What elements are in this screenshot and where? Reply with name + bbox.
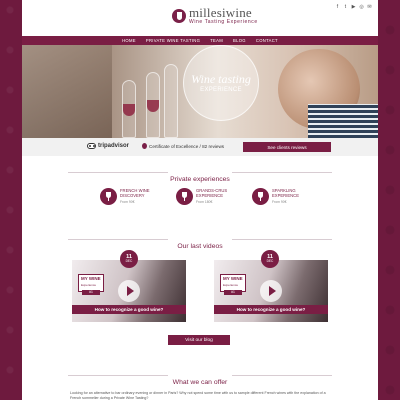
section-title-text: Private experiences (166, 176, 234, 183)
video-thumbnail[interactable]: MY WINE Experience #1 How to recognize a… (72, 260, 186, 322)
nav-blog[interactable]: BLOG (233, 38, 246, 43)
video-month: DEC (125, 259, 133, 264)
page: millesiwine Wine Tasting Experience f t … (22, 0, 378, 400)
hero-caps-title: EXPERIENCE (200, 87, 242, 93)
certificate: Certificate of Excellence / 82 reviews (142, 143, 224, 149)
logo-name: millesiwine (189, 5, 252, 20)
champagne-glass-icon (252, 188, 269, 205)
nav-team[interactable]: TEAM (210, 38, 223, 43)
hero-badge: Wine tasting EXPERIENCE (183, 45, 259, 121)
main-nav: HOME PRIVATE WINE TASTING TEAM BLOG CONT… (22, 36, 378, 45)
divider (232, 172, 332, 173)
play-icon[interactable] (118, 280, 140, 302)
video-caption: How to recognize a good wine? (214, 305, 328, 314)
experience-sparkling[interactable]: SPARKLING EXPERIENCE From 90€ (252, 188, 310, 205)
award-icon (142, 143, 147, 149)
video-thumbnail[interactable]: MY WINE Experience #1 How to recognize a… (214, 260, 328, 322)
divider (68, 172, 168, 173)
video-caption: How to recognize a good wine? (72, 305, 186, 314)
twitter-icon[interactable]: t (343, 4, 348, 10)
section-title-private: Private experiences (22, 168, 378, 186)
video-brand-subtitle: Experience (223, 283, 239, 287)
wine-glass-logo-icon (172, 8, 186, 23)
tripadvisor-owl-icon (87, 143, 96, 149)
experience-price: From 180€ (196, 199, 213, 204)
video-episode: #1 (224, 290, 242, 295)
header: millesiwine Wine Tasting Experience f t … (22, 0, 378, 36)
video-date-badge: 11 DEC (120, 250, 138, 268)
youtube-icon[interactable]: ▶ (351, 4, 356, 10)
email-icon[interactable]: ✉ (367, 4, 372, 10)
wine-glass-image (164, 64, 178, 138)
video-month: DEC (266, 259, 274, 264)
experience-price: From 90€ (272, 199, 287, 204)
divider (232, 375, 332, 376)
experience-name: GRANDS-CRUS EXPERIENCE (196, 188, 228, 198)
play-icon[interactable] (260, 280, 282, 302)
video-date-badge: 11 DEC (261, 250, 279, 268)
section-title-text: Our last videos (173, 243, 227, 250)
experience-name: FRENCH WINE DISCOVERY (120, 188, 150, 198)
tripadvisor-text: tripadvisor (98, 143, 130, 149)
section-title-videos: Our last videos (22, 235, 378, 253)
hero-banner: Wine tasting EXPERIENCE (22, 45, 378, 138)
experience-name: SPARKLING EXPERIENCE (272, 188, 299, 198)
certificate-text: Certificate of Excellence / 82 reviews (149, 143, 225, 149)
wine-image (123, 104, 135, 116)
social-links: f t ▶ ◎ ✉ (335, 4, 372, 10)
video-brand-subtitle: Experience (81, 283, 97, 287)
section-title-text: What we can offer (168, 379, 232, 386)
video-brand-name: MY WINE (81, 276, 101, 281)
section-title-offer: What we can offer (22, 371, 378, 389)
nav-contact[interactable]: CONTACT (256, 38, 278, 43)
divider (232, 239, 332, 240)
nav-home[interactable]: HOME (122, 38, 136, 43)
divider (68, 239, 168, 240)
see-reviews-button[interactable]: See clients reviews (243, 142, 331, 152)
tripadvisor-bar: tripadvisor Certificate of Excellence / … (22, 138, 378, 156)
experience-grands-crus[interactable]: GRANDS-CRUS EXPERIENCE From 180€ (176, 188, 234, 205)
visit-blog-button[interactable]: Visit our blog (168, 335, 230, 345)
intro-paragraph: Looking for an alternative to bar ordina… (70, 391, 326, 400)
hero-background-shade (22, 45, 112, 138)
hero-shirt-image (308, 104, 378, 138)
logo-subtitle: Wine Tasting Experience (189, 19, 258, 25)
wine-glass-icon (100, 188, 117, 205)
logo[interactable]: millesiwine Wine Tasting Experience (172, 6, 258, 25)
tripadvisor-logo[interactable]: tripadvisor (87, 143, 129, 149)
hero-script-title: Wine tasting (191, 72, 251, 86)
wine-image (147, 100, 159, 112)
experience-price: From 90€ (120, 199, 135, 204)
instagram-icon[interactable]: ◎ (359, 4, 364, 10)
video-brand-name: MY WINE (223, 276, 243, 281)
wine-glass-icon (176, 188, 193, 205)
nav-private-wine-tasting[interactable]: PRIVATE WINE TASTING (146, 38, 200, 43)
facebook-icon[interactable]: f (335, 4, 340, 10)
experience-french-wine[interactable]: FRENCH WINE DISCOVERY From 90€ (100, 188, 158, 205)
divider (68, 375, 168, 376)
video-episode: #1 (82, 290, 100, 295)
